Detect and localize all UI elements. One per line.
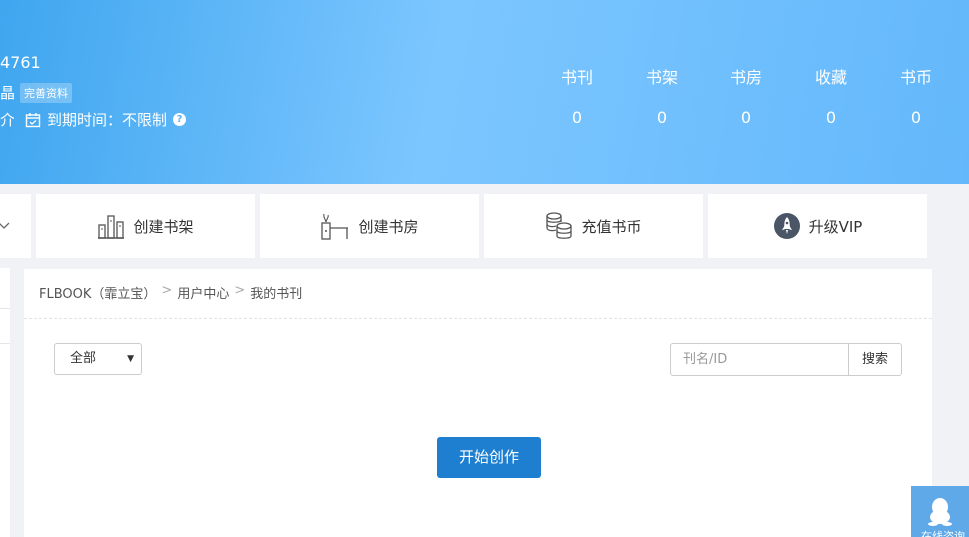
stat-rooms[interactable]: 书房 0 [721,64,771,127]
filter-selected-value: 全部 [70,351,97,366]
stat-label: 书币 [899,68,932,87]
expire-label: 到期时间：不限制 [47,111,168,129]
stat-shelves[interactable]: 书架 0 [637,64,687,127]
help-icon[interactable]: ? [173,113,187,126]
caret-down-icon: ▼ [127,354,134,364]
stat-value: 0 [910,108,922,127]
breadcrumb-home[interactable]: FLBOOK（霏立宝） [39,283,156,302]
user-id: 4761 [0,53,41,72]
stat-books[interactable]: 书刊 0 [552,64,602,127]
user-header: 4761 晶 完善资料 介 到期时间：不限制 ? 书刊 0 书架 0 书房 0 … [0,0,969,184]
stat-coins[interactable]: 书币 0 [891,64,941,127]
stat-value: 0 [825,108,837,127]
user-level: 晶 完善资料 [0,82,73,103]
complete-profile-link[interactable]: 完善资料 [20,82,73,103]
expire-row: 介 到期时间：不限制 ? [0,109,187,130]
recharge-coins-label: 充值书币 [581,217,642,236]
stat-label: 书刊 [560,68,593,87]
stat-label: 收藏 [814,68,847,87]
qq-consult-label: 在线咨询 [921,530,965,537]
search-button[interactable]: 搜索 [848,343,902,376]
chevron-down-icon [0,222,10,229]
start-create-button[interactable]: 开始创作 [437,437,541,478]
stat-value: 0 [656,108,668,127]
stat-value: 0 [571,108,583,127]
breadcrumb-separator: > [161,283,173,298]
breadcrumb: FLBOOK（霏立宝） > 用户中心 > 我的书刊 [39,283,302,302]
study-room-icon [321,213,349,240]
upgrade-vip-button[interactable]: 升级VIP [708,194,927,258]
create-study-room-label: 创建书房 [358,217,419,236]
stat-value: 0 [740,108,752,127]
menu-dropdown-card[interactable] [0,194,31,258]
user-level-text: 晶 [0,84,16,102]
search-input[interactable]: 刊名/ID [670,343,849,376]
calendar-icon [25,112,41,127]
expire-prefix: 介 [0,111,14,129]
create-study-room-button[interactable]: 创建书房 [260,194,479,258]
filter-select[interactable]: 全部 ▼ [54,343,142,375]
main-panel: FLBOOK（霏立宝） > 用户中心 > 我的书刊 全部 ▼ 刊名/ID 搜索 … [24,269,932,537]
rocket-icon [773,213,800,239]
stat-favorites[interactable]: 收藏 0 [806,64,856,127]
create-bookshelf-button[interactable]: 创建书架 [36,194,255,258]
qq-penguin-icon [928,498,952,526]
breadcrumb-current: 我的书刊 [250,287,303,302]
sidebar-divider [0,343,10,344]
recharge-coins-button[interactable]: 充值书币 [484,194,703,258]
stat-label: 书房 [729,68,762,87]
qq-consult-float[interactable]: 在线咨询 [911,486,969,537]
upgrade-vip-label: 升级VIP [808,217,863,236]
bookshelf-icon [98,215,125,239]
create-bookshelf-label: 创建书架 [133,217,194,236]
breadcrumb-separator: > [234,283,246,298]
breadcrumb-user-center[interactable]: 用户中心 [177,283,229,302]
sidebar-divider [0,308,10,309]
stat-label: 书架 [645,68,678,87]
divider [24,318,932,319]
coins-icon [546,212,573,239]
sidebar [0,268,10,537]
